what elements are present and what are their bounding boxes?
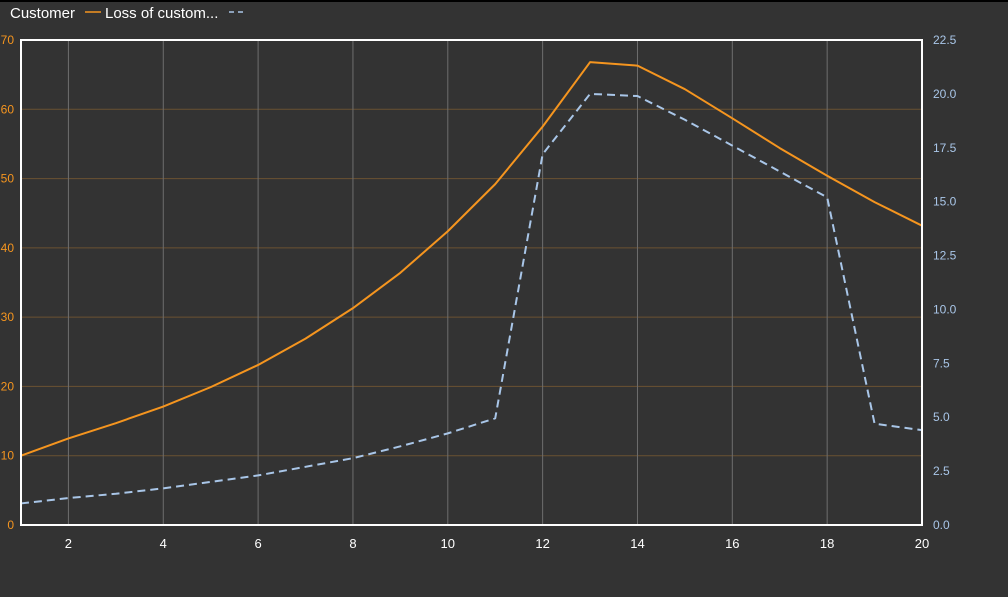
left-tick-label: 70 (1, 33, 15, 47)
x-tick-label: 12 (535, 536, 549, 551)
left-tick-label: 40 (1, 241, 15, 255)
right-tick-label: 20.0 (933, 87, 957, 101)
right-tick-label: 0.0 (933, 518, 950, 532)
left-tick-label: 50 (1, 172, 15, 186)
right-tick-label: 12.5 (933, 249, 957, 263)
right-tick-label: 2.5 (933, 464, 950, 478)
line-chart: Customer Loss of custom... 0102030405060… (0, 0, 1008, 551)
x-tick-label: 14 (630, 536, 644, 551)
right-tick-label: 7.5 (933, 356, 950, 370)
left-tick-label: 10 (1, 449, 15, 463)
x-axis-ticks: 2 4 6 8 10 12 14 16 18 20 (65, 536, 929, 551)
series-lines (20, 61, 923, 505)
x-tick-label: 10 (441, 536, 455, 551)
left-tick-label: 60 (1, 102, 15, 116)
right-tick-label: 10.0 (933, 302, 957, 316)
right-tick-label: 22.5 (933, 33, 957, 47)
x-tick-label: 8 (349, 536, 356, 551)
plot-area-frame (20, 39, 923, 526)
legend: Customer Loss of custom... (10, 5, 247, 22)
left-axis-ticks: 0 10 20 30 40 50 60 70 (1, 33, 15, 532)
left-tick-label: 20 (1, 379, 15, 393)
right-tick-label: 15.0 (933, 195, 957, 209)
series-line-loss-of-customers (20, 92, 923, 505)
series-line-customer (20, 61, 923, 457)
x-tick-label: 6 (254, 536, 261, 551)
grid (21, 39, 923, 526)
x-tick-label: 18 (820, 536, 834, 551)
right-axis-ticks: 0.0 2.5 5.0 7.5 10.0 12.5 15.0 17.5 20.0 22.5 (933, 33, 957, 532)
legend-label-loss: Loss of custom... (105, 5, 218, 22)
left-tick-label: 0 (7, 518, 14, 532)
right-tick-label: 17.5 (933, 141, 957, 155)
legend-label-customer: Customer (10, 5, 75, 22)
x-tick-label: 4 (160, 536, 167, 551)
x-tick-label: 20 (915, 536, 929, 551)
x-tick-label: 2 (65, 536, 72, 551)
x-tick-label: 16 (725, 536, 739, 551)
right-tick-label: 5.0 (933, 410, 950, 424)
left-tick-label: 30 (1, 310, 15, 324)
top-edge (0, 0, 1008, 2)
